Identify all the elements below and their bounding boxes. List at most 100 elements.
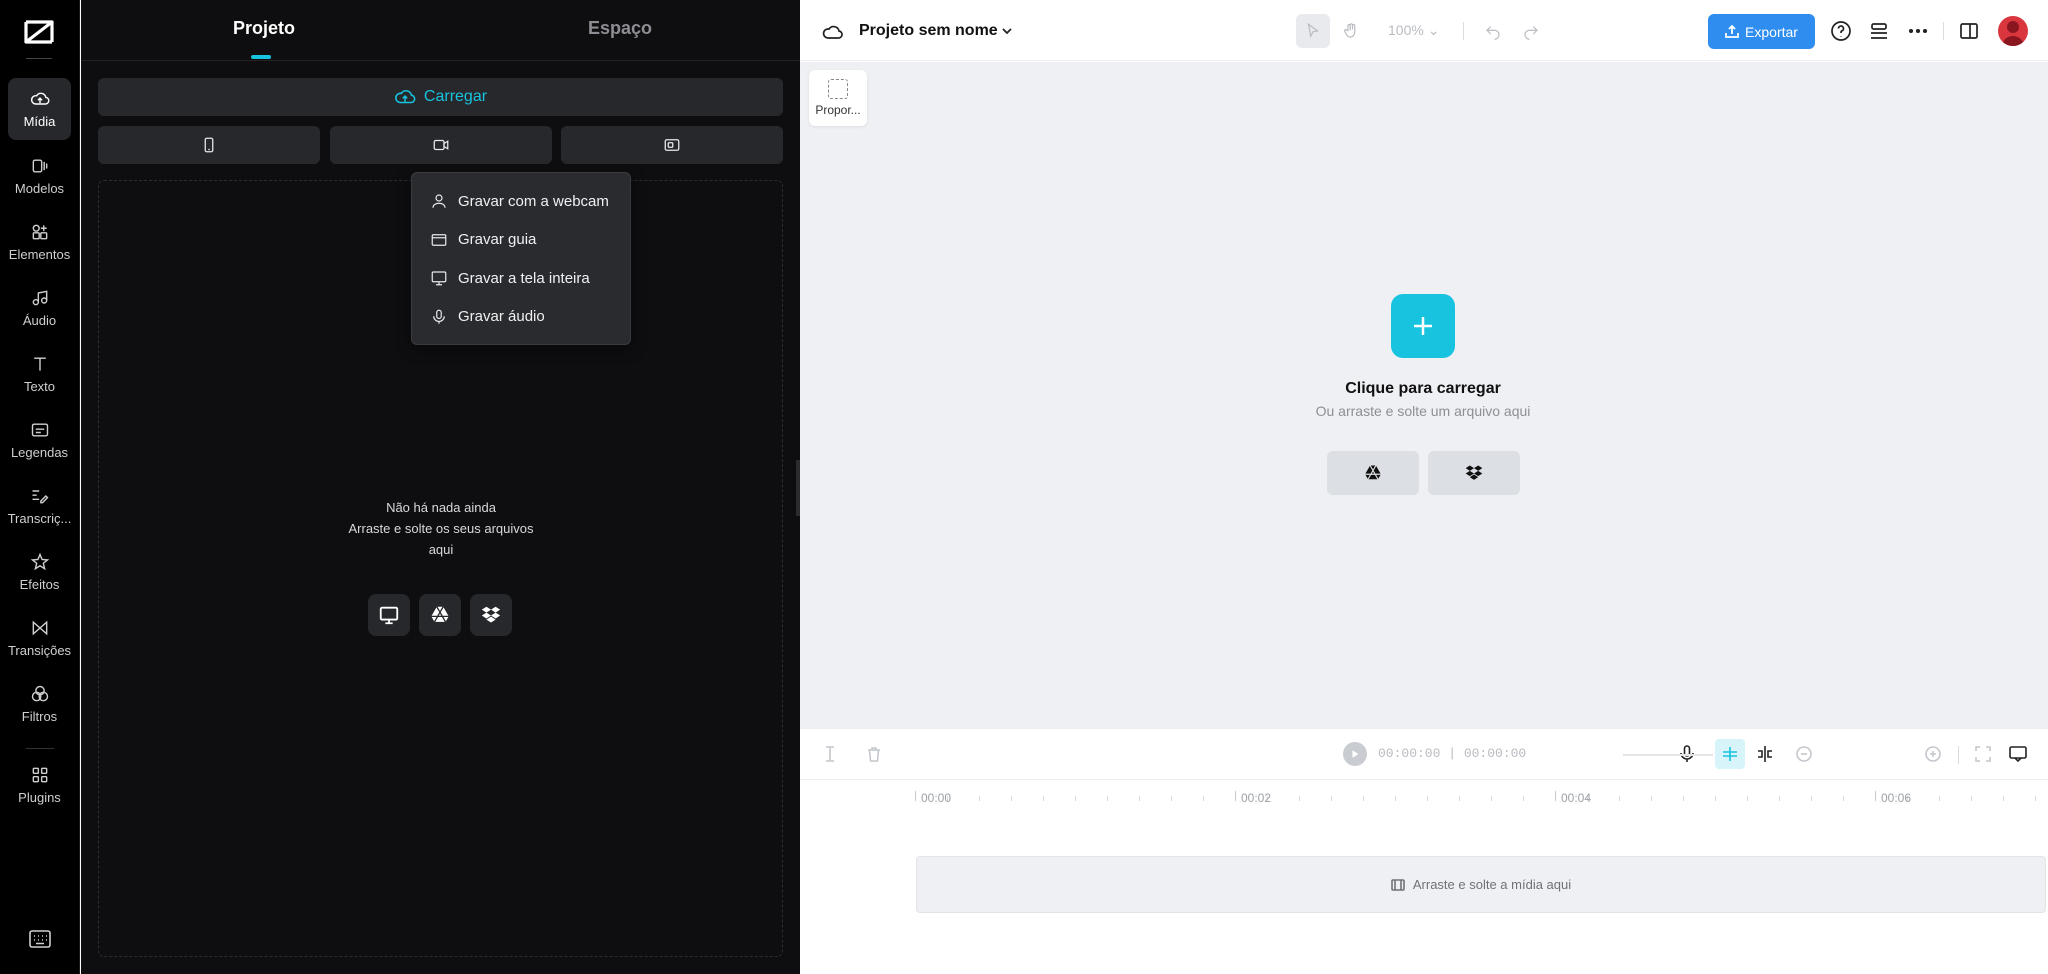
- zoom-level[interactable]: 100% ⌄: [1388, 22, 1439, 39]
- menu-item-fullscreen[interactable]: Gravar a tela inteira: [412, 259, 630, 298]
- google-drive-button[interactable]: [1327, 451, 1419, 495]
- rail-item-midia[interactable]: Mídia: [8, 78, 71, 140]
- keyboard-icon[interactable]: [29, 930, 51, 948]
- tab-projeto[interactable]: Projeto: [233, 18, 295, 39]
- export-button[interactable]: Exportar: [1708, 14, 1815, 49]
- add-media-button[interactable]: [1391, 294, 1455, 358]
- rail-item-transcricao[interactable]: Transcriç...: [8, 475, 71, 537]
- ruler-major-tick: [1235, 791, 1236, 801]
- menu-item-label: Gravar guia: [458, 231, 537, 249]
- rail-item-texto[interactable]: Texto: [8, 343, 71, 405]
- menu-item-audio[interactable]: Gravar áudio: [412, 298, 630, 337]
- timeline-ruler[interactable]: 00:00 00:02 00:04 00:06: [915, 781, 2048, 807]
- menu-item-label: Gravar com a webcam: [458, 192, 609, 210]
- zoom-in-button[interactable]: [1923, 744, 1943, 764]
- timeline-drop-track[interactable]: Arraste e solte a mídia aqui: [916, 856, 2046, 913]
- menu-item-tab[interactable]: Gravar guia: [412, 221, 630, 260]
- canvas-area[interactable]: Propor... Clique para carregar Ou arrast…: [800, 62, 2048, 728]
- ruler-tick: [1523, 796, 1524, 801]
- panel-tabs: Projeto Espaço: [81, 0, 800, 61]
- upload-title[interactable]: Clique para carregar: [1240, 380, 1606, 398]
- ruler-tick: [1107, 796, 1108, 801]
- menu-item-webcam[interactable]: Gravar com a webcam: [412, 182, 630, 221]
- rail-item-legendas[interactable]: Legendas: [8, 409, 71, 471]
- aspect-ratio-button[interactable]: Propor...: [809, 70, 867, 126]
- fullscreen-icon: [1975, 746, 1991, 762]
- ruler-tick: [1779, 796, 1780, 801]
- delete-button[interactable]: [864, 744, 884, 764]
- zoom-out-icon: [1796, 746, 1812, 762]
- help-button[interactable]: [1830, 20, 1852, 42]
- ruler-tick: [1363, 796, 1364, 801]
- rail-item-plugins[interactable]: Plugins: [8, 754, 71, 816]
- zoom-out-button[interactable]: [1794, 744, 1814, 764]
- upload-from-computer-button[interactable]: [368, 594, 410, 636]
- ruler-tick: [1139, 796, 1140, 801]
- avatar[interactable]: [1998, 16, 2028, 46]
- ruler-tick: [1203, 796, 1204, 801]
- ruler-tick: [1715, 796, 1716, 801]
- timeline: 00:00:00 | 00:00:00 00:00 00:02 00:04 00…: [800, 728, 2048, 974]
- cursor-icon: [1307, 22, 1319, 39]
- filters-icon: [31, 685, 48, 702]
- aspect-ratio-label: Propor...: [815, 103, 861, 117]
- upload-label: Carregar: [423, 88, 488, 105]
- rail-item-filtros[interactable]: Filtros: [8, 673, 71, 735]
- redo-button[interactable]: [1514, 14, 1548, 48]
- aspect-ratio-icon: [828, 79, 848, 99]
- ruler-tick: [1075, 796, 1076, 801]
- record-phone-button[interactable]: [98, 126, 320, 164]
- rail-item-audio[interactable]: Áudio: [8, 277, 71, 339]
- current-time: 00:00:00: [1378, 746, 1441, 761]
- rail-item-transicoes[interactable]: Transições: [8, 607, 71, 669]
- split-link-icon: [1758, 746, 1772, 762]
- upload-button[interactable]: Carregar: [98, 78, 783, 116]
- captions-icon: [31, 423, 48, 437]
- track-hint: Arraste e solte a mídia aqui: [1412, 877, 1572, 892]
- plugins-icon: [32, 767, 47, 783]
- ruler-tick: [1395, 796, 1396, 801]
- left-rail: Mídia Modelos Elementos Áudio Texto Lege…: [0, 0, 80, 974]
- upload-from-dropbox-button[interactable]: [470, 594, 512, 636]
- magnet-snap-button[interactable]: [1715, 739, 1745, 769]
- zoom-slider[interactable]: [1623, 754, 1713, 756]
- undo-button[interactable]: [1476, 14, 1510, 48]
- menu-item-label: Gravar a tela inteira: [458, 269, 590, 287]
- more-button[interactable]: [1907, 20, 1929, 42]
- fullscreen-button[interactable]: [1973, 744, 1993, 764]
- templates-icon: [32, 159, 47, 173]
- rail-item-modelos[interactable]: Modelos: [8, 145, 71, 207]
- record-screen-button[interactable]: [561, 126, 783, 164]
- layers-button[interactable]: [1868, 20, 1890, 42]
- split-icon: [826, 746, 834, 762]
- play-button[interactable]: [1343, 742, 1367, 766]
- dropbox-button[interactable]: [1428, 451, 1520, 495]
- snap-icon: [1723, 747, 1737, 761]
- ruler-tick: [2003, 796, 2004, 801]
- capcut-logo-icon[interactable]: [22, 18, 56, 46]
- record-video-button[interactable]: [330, 126, 552, 164]
- upload-from-drive-button[interactable]: [419, 594, 461, 636]
- editor-area: Projeto sem nome 100% ⌄ Exportar Propor.…: [800, 0, 2048, 974]
- rail-item-efeitos[interactable]: Efeitos: [8, 541, 71, 603]
- layers-icon: [1871, 23, 1887, 39]
- google-drive-icon: [1365, 465, 1381, 480]
- split-button[interactable]: [820, 744, 840, 764]
- ruler-label: 00:06: [1881, 791, 1912, 805]
- export-icon: [1725, 24, 1739, 38]
- timeline-divider: [1958, 746, 1959, 764]
- tab-espaco[interactable]: Espaço: [588, 18, 652, 39]
- link-tracks-button[interactable]: [1755, 744, 1775, 764]
- toggle-panel-button[interactable]: [1958, 20, 1980, 42]
- project-name[interactable]: Projeto sem nome: [859, 22, 998, 40]
- select-tool-button[interactable]: [1296, 14, 1330, 48]
- help-icon: [1831, 21, 1851, 41]
- ruler-tick: [1939, 796, 1940, 801]
- hand-tool-button[interactable]: [1334, 14, 1368, 48]
- ruler-major-tick: [1555, 791, 1556, 801]
- person-icon: [432, 194, 446, 209]
- chevron-down-icon[interactable]: [1000, 24, 1014, 38]
- ruler-major-tick: [1875, 791, 1876, 801]
- feedback-button[interactable]: [2008, 744, 2028, 764]
- rail-item-elementos[interactable]: Elementos: [8, 211, 71, 273]
